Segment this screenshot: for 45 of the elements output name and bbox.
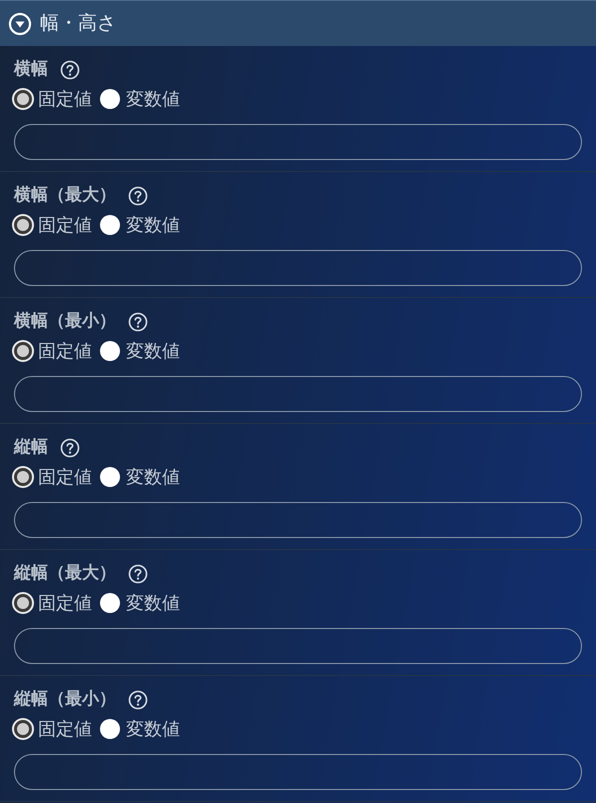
input-field[interactable] bbox=[14, 124, 582, 160]
help-icon[interactable] bbox=[60, 60, 80, 80]
radio-button[interactable] bbox=[100, 341, 120, 361]
radio-option[interactable]: 変数値 bbox=[100, 590, 180, 616]
help-icon[interactable] bbox=[60, 438, 80, 458]
radio-button[interactable] bbox=[100, 89, 120, 109]
radio-option[interactable]: 固定値 bbox=[14, 464, 92, 490]
field-label: 縦幅 bbox=[14, 436, 48, 460]
field-label: 縦幅（最小） bbox=[14, 688, 116, 712]
radio-option[interactable]: 固定値 bbox=[14, 716, 92, 742]
radio-option[interactable]: 変数値 bbox=[100, 464, 180, 490]
section-title: 幅・高さ bbox=[40, 11, 116, 36]
radio-button[interactable] bbox=[14, 90, 32, 108]
radio-button[interactable] bbox=[14, 594, 32, 612]
radio-option[interactable]: 固定値 bbox=[14, 590, 92, 616]
input-field[interactable] bbox=[14, 250, 582, 286]
radio-option[interactable]: 変数値 bbox=[100, 86, 180, 112]
radio-button[interactable] bbox=[100, 215, 120, 235]
collapse-toggle-icon[interactable] bbox=[8, 12, 32, 36]
radio-option[interactable]: 変数値 bbox=[100, 716, 180, 742]
help-icon[interactable] bbox=[128, 690, 148, 710]
help-icon[interactable] bbox=[128, 312, 148, 332]
radio-button[interactable] bbox=[14, 720, 32, 738]
radio-option[interactable]: 変数値 bbox=[100, 212, 180, 238]
radio-button[interactable] bbox=[100, 467, 120, 487]
section-header[interactable]: 幅・高さ bbox=[0, 0, 596, 46]
field-label: 横幅 bbox=[14, 58, 48, 82]
radio-option[interactable]: 変数値 bbox=[100, 338, 180, 364]
field-label: 横幅（最大） bbox=[14, 184, 116, 208]
radio-option[interactable]: 固定値 bbox=[14, 338, 92, 364]
input-field[interactable] bbox=[14, 754, 582, 790]
radio-option[interactable]: 固定値 bbox=[14, 212, 92, 238]
help-icon[interactable] bbox=[128, 564, 148, 584]
input-field[interactable] bbox=[14, 502, 582, 538]
radio-option[interactable]: 固定値 bbox=[14, 86, 92, 112]
input-field[interactable] bbox=[14, 628, 582, 664]
radio-button[interactable] bbox=[14, 468, 32, 486]
radio-button[interactable] bbox=[14, 342, 32, 360]
radio-button[interactable] bbox=[14, 216, 32, 234]
input-field[interactable] bbox=[14, 376, 582, 412]
radio-button[interactable] bbox=[100, 593, 120, 613]
help-icon[interactable] bbox=[128, 186, 148, 206]
field-label: 縦幅（最大） bbox=[14, 562, 116, 586]
field-label: 横幅（最小） bbox=[14, 310, 116, 334]
radio-button[interactable] bbox=[100, 719, 120, 739]
